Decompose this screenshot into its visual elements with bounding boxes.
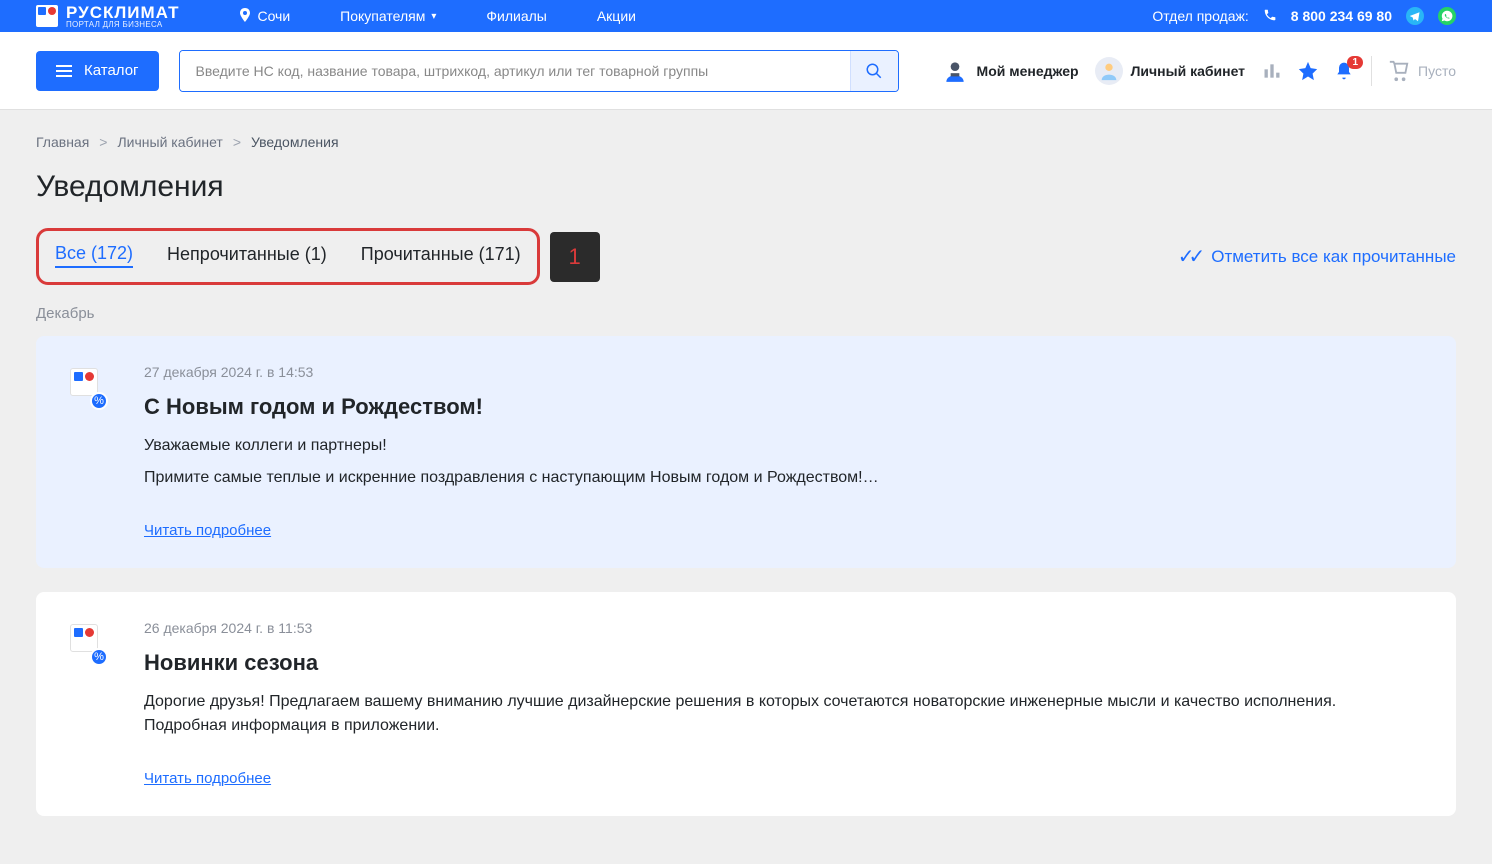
- search-box: [179, 50, 899, 92]
- breadcrumb-home[interactable]: Главная: [36, 134, 89, 150]
- telegram-icon[interactable]: [1406, 7, 1424, 25]
- personal-cabinet[interactable]: Личный кабинет: [1095, 57, 1245, 85]
- chevron-down-icon: ▾: [431, 11, 436, 22]
- mark-all-label: Отметить все как прочитанные: [1211, 247, 1456, 267]
- tabs-row: Все (172) Непрочитанные (1) Прочитанные …: [36, 228, 1456, 285]
- tab-read[interactable]: Прочитанные (171): [361, 244, 521, 267]
- city-label: Сочи: [257, 8, 290, 24]
- notification-logo-icon: %: [70, 624, 110, 664]
- breadcrumb-sep: >: [99, 134, 107, 150]
- nav-buyers-label: Покупателям: [340, 8, 425, 24]
- search-input[interactable]: [180, 51, 850, 91]
- pin-icon: [239, 8, 251, 25]
- nav-branches-label: Филиалы: [486, 8, 546, 24]
- notification-card[interactable]: % 26 декабря 2024 г. в 11:53 Новинки сез…: [36, 592, 1456, 816]
- search-button[interactable]: [850, 51, 898, 91]
- topbar: РУСКЛИМАТ ПОРТАЛ ДЛЯ БИЗНЕСА Сочи Покупа…: [0, 0, 1492, 32]
- tabs-highlight-box: Все (172) Непрочитанные (1) Прочитанные …: [36, 228, 540, 285]
- logo[interactable]: РУСКЛИМАТ ПОРТАЛ ДЛЯ БИЗНЕСА: [36, 4, 179, 29]
- cart-icon: [1388, 60, 1410, 82]
- top-nav: Сочи Покупателям ▾ Филиалы Акции: [239, 8, 636, 25]
- page-title: Уведомления: [36, 170, 1456, 204]
- manager-label: Мой менеджер: [977, 63, 1079, 79]
- catalog-label: Каталог: [84, 62, 139, 79]
- nav-promo[interactable]: Акции: [597, 8, 636, 24]
- notification-title: Новинки сезона: [144, 650, 1422, 676]
- breadcrumb-cabinet[interactable]: Личный кабинет: [117, 134, 222, 150]
- phone-number[interactable]: 8 800 234 69 80: [1291, 8, 1392, 24]
- breadcrumb-current: Уведомления: [251, 134, 339, 150]
- main-content: Главная > Личный кабинет > Уведомления У…: [0, 110, 1492, 864]
- search-icon: [865, 62, 883, 80]
- tab-unread[interactable]: Непрочитанные (1): [167, 244, 327, 267]
- brand-subtitle: ПОРТАЛ ДЛЯ БИЗНЕСА: [66, 21, 179, 29]
- cabinet-label: Личный кабинет: [1131, 63, 1245, 79]
- city-selector[interactable]: Сочи: [239, 8, 290, 25]
- mark-all-read[interactable]: ✓✓ Отметить все как прочитанные: [1178, 244, 1456, 269]
- notification-title: С Новым годом и Рождеством!: [144, 394, 1422, 420]
- nav-branches[interactable]: Филиалы: [486, 8, 546, 24]
- logo-mark-icon: [36, 5, 58, 27]
- notification-text: Уважаемые коллеги и партнеры!: [144, 434, 1422, 458]
- favorites-icon[interactable]: [1297, 60, 1319, 82]
- breadcrumb-sep: >: [233, 134, 241, 150]
- notification-date: 27 декабря 2024 г. в 14:53: [144, 364, 1422, 380]
- burger-icon: [56, 65, 72, 77]
- read-more-link[interactable]: Читать подробнее: [144, 770, 271, 787]
- notification-logo-icon: %: [70, 368, 110, 408]
- whatsapp-icon[interactable]: [1438, 7, 1456, 25]
- notifications-badge: 1: [1347, 56, 1363, 69]
- nav-buyers[interactable]: Покупателям ▾: [340, 8, 436, 24]
- breadcrumb: Главная > Личный кабинет > Уведомления: [36, 134, 1456, 150]
- brand-name: РУСКЛИМАТ: [66, 4, 179, 21]
- notification-card[interactable]: % 27 декабря 2024 г. в 14:53 С Новым год…: [36, 336, 1456, 568]
- my-manager[interactable]: Мой менеджер: [941, 57, 1079, 85]
- notification-date: 26 декабря 2024 г. в 11:53: [144, 620, 1422, 636]
- user-avatar-icon: [1095, 57, 1123, 85]
- phone-icon: [1263, 8, 1277, 25]
- tab-all[interactable]: Все (172): [55, 243, 133, 268]
- stats-icon[interactable]: [1261, 60, 1283, 82]
- notification-text: Дорогие друзья! Предлагаем вашему вниман…: [144, 690, 1422, 738]
- cart[interactable]: Пусто: [1388, 60, 1456, 82]
- manager-avatar-icon: [941, 57, 969, 85]
- month-label: Декабрь: [36, 305, 1456, 322]
- nav-promo-label: Акции: [597, 8, 636, 24]
- annotation-callout: 1: [550, 232, 600, 282]
- read-more-link[interactable]: Читать подробнее: [144, 522, 271, 539]
- header: Каталог Мой менеджер Личный кабинет: [0, 32, 1492, 110]
- double-check-icon: ✓✓: [1178, 244, 1200, 269]
- cart-label: Пусто: [1418, 63, 1456, 79]
- notifications-icon[interactable]: 1: [1333, 60, 1355, 82]
- notification-text: Примите самые теплые и искренние поздрав…: [144, 466, 1422, 490]
- divider: [1371, 56, 1372, 86]
- catalog-button[interactable]: Каталог: [36, 51, 159, 91]
- sales-dept-label: Отдел продаж:: [1152, 8, 1248, 24]
